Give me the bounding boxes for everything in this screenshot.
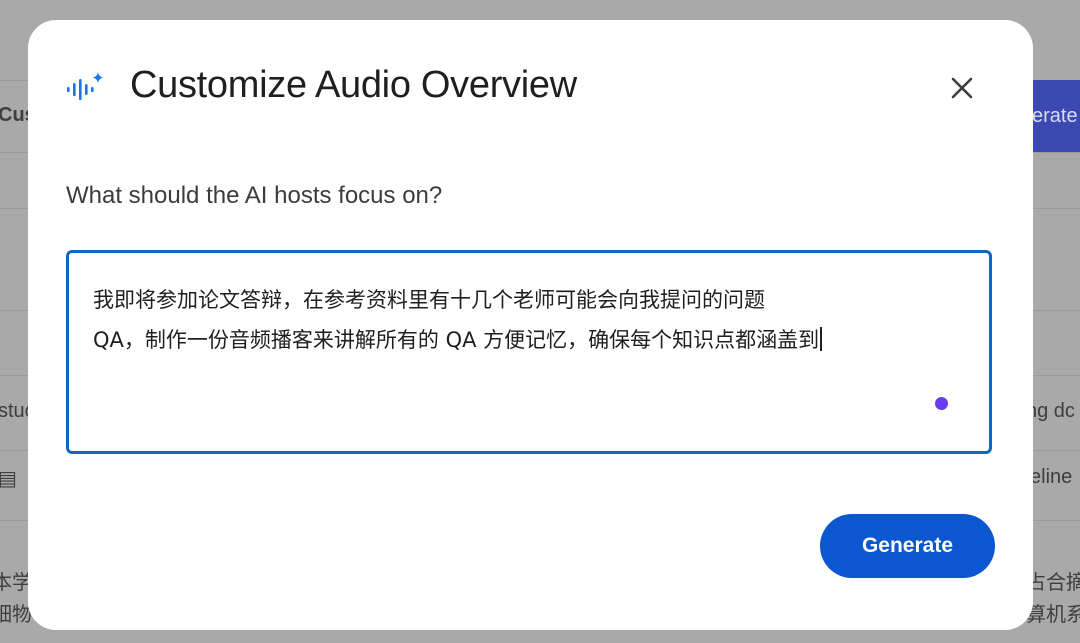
input-status-dot: [935, 397, 948, 410]
bg-divider: [0, 310, 28, 311]
bg-text-fragment: ng dc: [1026, 400, 1075, 422]
close-icon[interactable]: [950, 76, 974, 100]
bg-divider: [0, 520, 28, 521]
bg-divider: [1033, 208, 1080, 209]
customize-audio-dialog: Customize Audio Overview What should the…: [28, 20, 1033, 630]
bg-divider: [1033, 450, 1080, 451]
bg-text-fragment: 占合摘: [1026, 572, 1080, 594]
text-caret: [820, 327, 823, 351]
dialog-title: Customize Audio Overview: [130, 64, 577, 106]
bg-text-fragment: 算机系: [1026, 604, 1080, 626]
bg-list-icon: ▤: [0, 468, 17, 490]
bg-divider: [1033, 310, 1080, 311]
close-button[interactable]: [942, 68, 982, 108]
audio-sparkle-icon: [67, 72, 104, 100]
bg-divider: [1033, 152, 1080, 153]
bg-text-fragment: eline: [1030, 466, 1073, 488]
bg-divider: [1033, 375, 1080, 376]
bg-divider: [0, 208, 28, 209]
bg-divider: [0, 450, 28, 451]
bg-divider: [1033, 520, 1080, 521]
generate-button[interactable]: Generate: [820, 514, 995, 578]
focus-textarea[interactable]: 我即将参加论文答辩，在参考资料里有十几个老师可能会向我提问的问题 QA，制作一份…: [66, 250, 992, 454]
bg-generate-button: erate: [1030, 80, 1080, 152]
bg-divider: [0, 152, 28, 153]
textarea-value: 我即将参加论文答辩，在参考资料里有十几个老师可能会向我提问的问题 QA，制作一份…: [93, 288, 820, 352]
bg-divider: [0, 375, 28, 376]
focus-prompt-label: What should the AI hosts focus on?: [66, 182, 443, 209]
bg-divider: [0, 80, 28, 81]
